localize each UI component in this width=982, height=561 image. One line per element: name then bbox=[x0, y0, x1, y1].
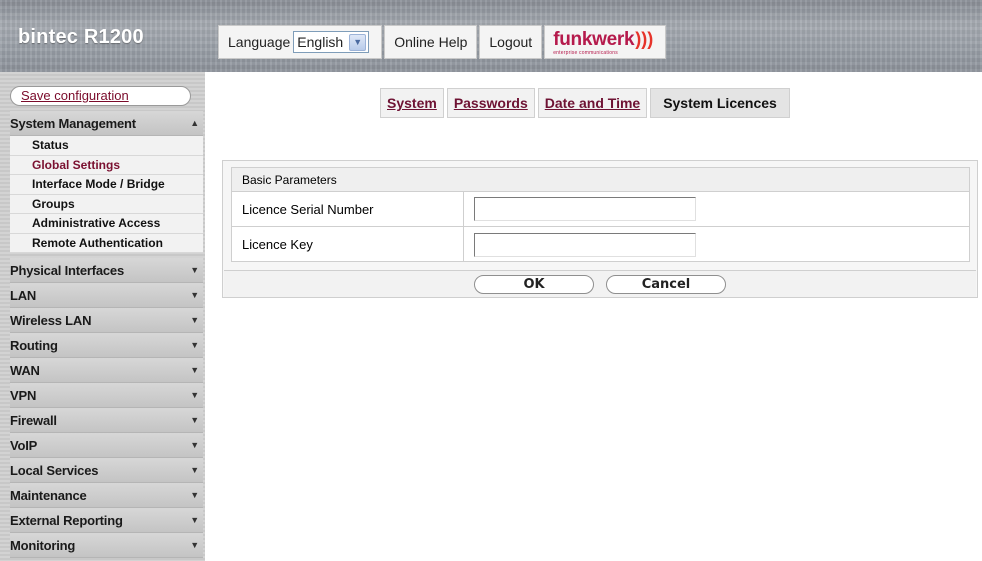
sidebar-item-maintenance[interactable]: Maintenance ▼ bbox=[10, 483, 203, 508]
chevron-down-icon: ▼ bbox=[190, 390, 199, 400]
sidebar-subitem-administrative-access[interactable]: Administrative Access bbox=[10, 214, 203, 234]
sidebar-item-local-services[interactable]: Local Services ▼ bbox=[10, 458, 203, 483]
button-bar: OK Cancel bbox=[224, 270, 976, 297]
chevron-down-icon: ▼ bbox=[190, 290, 199, 300]
sidebar: Save configuration System Management ▲ S… bbox=[0, 72, 205, 561]
logo-wave-icon: ))) bbox=[635, 28, 654, 49]
chevron-down-icon: ▼ bbox=[190, 265, 199, 275]
sidebar-item-label: Physical Interfaces bbox=[10, 262, 124, 278]
sidebar-subitem-status[interactable]: Status bbox=[10, 136, 203, 156]
form-row: Licence Key bbox=[232, 227, 969, 262]
field-label: Licence Key bbox=[232, 227, 464, 262]
language-label: Language bbox=[228, 34, 291, 50]
sidebar-item-label: Local Services bbox=[10, 462, 99, 478]
sidebar-item-label: Monitoring bbox=[10, 537, 76, 553]
tab-bar: System Passwords Date and Time System Li… bbox=[380, 88, 793, 118]
chevron-down-icon: ▼ bbox=[190, 415, 199, 425]
chevron-down-icon: ▼ bbox=[190, 490, 199, 500]
sidebar-subitem-interface-mode[interactable]: Interface Mode / Bridge bbox=[10, 175, 203, 195]
language-control: Language English ▼ bbox=[218, 25, 383, 59]
funkwerk-logo: funkwerk))) enterprise communications bbox=[544, 25, 667, 59]
logo-text: funkwerk bbox=[553, 28, 635, 50]
sidebar-item-monitoring[interactable]: Monitoring ▼ bbox=[10, 533, 203, 558]
sidebar-item-wireless-lan[interactable]: Wireless LAN ▼ bbox=[10, 308, 203, 333]
language-value: English bbox=[297, 34, 344, 50]
chevron-down-icon: ▼ bbox=[190, 315, 199, 325]
sidebar-item-system-management[interactable]: System Management ▲ bbox=[10, 111, 203, 136]
sidebar-item-external-reporting[interactable]: External Reporting ▼ bbox=[10, 508, 203, 533]
sidebar-sections: Physical Interfaces ▼ LAN ▼ Wireless LAN ▼ … bbox=[10, 258, 203, 558]
sidebar-subitem-groups[interactable]: Groups bbox=[10, 194, 203, 214]
online-help-link[interactable]: Online Help bbox=[384, 25, 478, 59]
sidebar-item-label: Maintenance bbox=[10, 487, 87, 503]
sidebar-item-vpn[interactable]: VPN ▼ bbox=[10, 383, 203, 408]
sidebar-item-routing[interactable]: Routing ▼ bbox=[10, 333, 203, 358]
licence-key-input[interactable] bbox=[474, 232, 696, 257]
tab-system[interactable]: System bbox=[380, 88, 444, 118]
top-toolbar: Language English ▼ Online Help Logout fu… bbox=[218, 25, 668, 59]
sidebar-item-voip[interactable]: VoIP ▼ bbox=[10, 433, 203, 458]
sidebar-system-management: System Management ▲ Status Global Settin… bbox=[10, 111, 203, 253]
sidebar-item-label: External Reporting bbox=[10, 512, 123, 528]
chevron-down-icon: ▼ bbox=[190, 465, 199, 475]
form-row: Licence Serial Number bbox=[232, 192, 969, 227]
language-select[interactable]: English ▼ bbox=[293, 31, 370, 53]
group-title: Basic Parameters bbox=[232, 168, 969, 192]
product-brand: bintec R1200 bbox=[18, 26, 144, 48]
sidebar-item-firewall[interactable]: Firewall ▼ bbox=[10, 408, 203, 433]
field-cell bbox=[464, 192, 969, 226]
save-configuration-button[interactable]: Save configuration bbox=[10, 86, 191, 106]
sidebar-item-lan[interactable]: LAN ▼ bbox=[10, 283, 203, 308]
logo-subtext: enterprise communications bbox=[553, 49, 618, 56]
sidebar-subitem-global-settings[interactable]: Global Settings bbox=[10, 155, 203, 175]
sidebar-item-physical-interfaces[interactable]: Physical Interfaces ▼ bbox=[10, 258, 203, 283]
tab-system-licences[interactable]: System Licences bbox=[650, 88, 790, 118]
sidebar-subitem-remote-authentication[interactable]: Remote Authentication bbox=[10, 233, 203, 253]
sidebar-item-label: LAN bbox=[10, 287, 37, 303]
chevron-up-icon: ▲ bbox=[190, 118, 199, 128]
sidebar-item-label: Firewall bbox=[10, 412, 57, 428]
basic-parameters-group: Basic Parameters Licence Serial Number L… bbox=[231, 167, 970, 262]
chevron-down-icon: ▼ bbox=[190, 515, 199, 525]
chevron-down-icon[interactable]: ▼ bbox=[349, 33, 367, 51]
tab-date-and-time[interactable]: Date and Time bbox=[537, 88, 648, 118]
sidebar-item-label: VoIP bbox=[10, 437, 38, 453]
logout-link[interactable]: Logout bbox=[479, 25, 543, 59]
form-panel: Basic Parameters Licence Serial Number L… bbox=[222, 160, 978, 298]
field-label: Licence Serial Number bbox=[232, 192, 464, 226]
chevron-down-icon: ▼ bbox=[190, 440, 199, 450]
licence-serial-number-input[interactable] bbox=[474, 197, 696, 221]
chevron-down-icon: ▼ bbox=[190, 365, 199, 375]
field-cell bbox=[464, 227, 969, 262]
sidebar-item-label: WAN bbox=[10, 362, 40, 378]
tab-passwords[interactable]: Passwords bbox=[446, 88, 535, 118]
header-bar: bintec R1200 Language English ▼ Online H… bbox=[0, 0, 982, 72]
sidebar-item-label: System Management bbox=[10, 115, 136, 131]
cancel-button[interactable]: Cancel bbox=[606, 274, 726, 294]
ok-button[interactable]: OK bbox=[474, 274, 594, 294]
sidebar-item-label: Wireless LAN bbox=[10, 312, 92, 328]
sidebar-item-label: Routing bbox=[10, 337, 58, 353]
sidebar-item-label: VPN bbox=[10, 387, 37, 403]
chevron-down-icon: ▼ bbox=[190, 540, 199, 550]
chevron-down-icon: ▼ bbox=[190, 340, 199, 350]
sidebar-item-wan[interactable]: WAN ▼ bbox=[10, 358, 203, 383]
